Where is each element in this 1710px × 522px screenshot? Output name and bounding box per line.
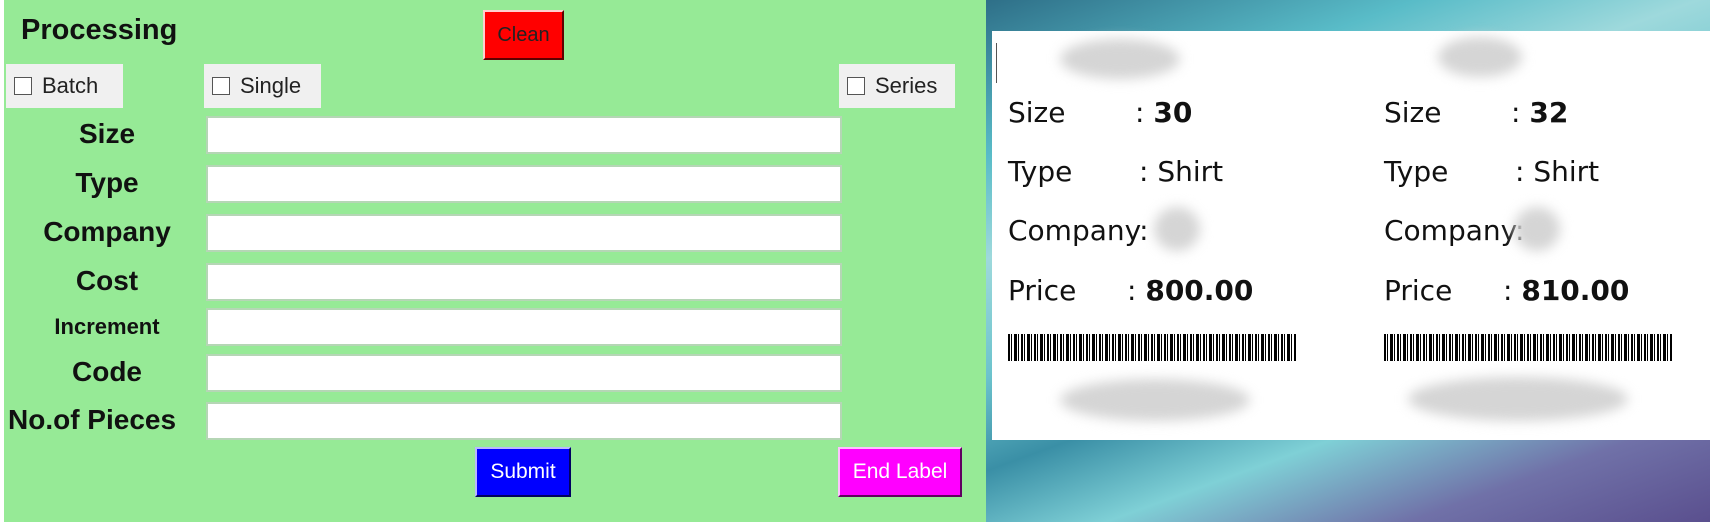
- processing-title: Processing: [21, 14, 178, 46]
- pieces-input[interactable]: [206, 402, 842, 440]
- price-sep: :: [1503, 274, 1513, 307]
- cost-input[interactable]: [206, 263, 842, 301]
- code-label: Code: [72, 356, 142, 387]
- barcode: [1008, 334, 1296, 361]
- price-value: 800.00: [1145, 274, 1254, 307]
- cost-label: Cost: [75, 265, 139, 296]
- single-label: Single: [240, 73, 302, 98]
- type-row: Type: Shirt: [1008, 155, 1223, 188]
- increment-input[interactable]: [206, 308, 842, 346]
- size-key: Size: [1008, 96, 1066, 129]
- label-sheet: Size: 30 Type: Shirt Company: Price: 800…: [992, 31, 1710, 440]
- size-row: Size: 32: [1384, 96, 1568, 129]
- price-value: 810.00: [1521, 274, 1630, 307]
- blurred-logo: [1438, 37, 1522, 77]
- size-value: 30: [1153, 96, 1193, 129]
- checkbox-icon[interactable]: [14, 77, 32, 95]
- code-input[interactable]: [206, 354, 842, 392]
- type-row: Type: Shirt: [1384, 155, 1599, 188]
- type-label: Type: [75, 167, 139, 198]
- clean-button[interactable]: Clean: [483, 10, 564, 60]
- batch-checkbox[interactable]: Batch: [6, 64, 123, 108]
- type-value: Shirt: [1533, 155, 1600, 188]
- submit-button[interactable]: Submit: [475, 447, 571, 497]
- type-input[interactable]: [206, 165, 842, 203]
- series-label: Series: [875, 73, 938, 98]
- price-row: Price: 810.00: [1384, 274, 1629, 307]
- blurred-code: [1060, 379, 1250, 421]
- label-preview-panel: Size: 30 Type: Shirt Company: Price: 800…: [986, 0, 1710, 522]
- size-row: Size: 30: [1008, 96, 1192, 129]
- company-row: Company:: [1008, 214, 1149, 247]
- company-label: Company: [43, 216, 171, 247]
- processing-panel: Processing Clean Batch Single Series Siz…: [4, 0, 986, 522]
- type-key: Type: [1008, 155, 1073, 188]
- size-sep: :: [1135, 96, 1145, 129]
- company-key: Company:: [1384, 214, 1525, 247]
- price-key: Price: [1008, 274, 1077, 307]
- size-sep: :: [1511, 96, 1521, 129]
- type-key: Type: [1384, 155, 1449, 188]
- size-value: 32: [1529, 96, 1569, 129]
- increment-label: Increment: [54, 314, 160, 339]
- blurred-company: [1154, 207, 1200, 251]
- type-sep: :: [1139, 155, 1149, 188]
- company-key: Company:: [1008, 214, 1149, 247]
- end-label-button[interactable]: End Label: [838, 447, 962, 497]
- type-value: Shirt: [1157, 155, 1224, 188]
- price-key: Price: [1384, 274, 1453, 307]
- barcode: [1384, 334, 1672, 361]
- checkbox-icon[interactable]: [847, 77, 865, 95]
- price-row: Price: 800.00: [1008, 274, 1253, 307]
- price-sep: :: [1127, 274, 1137, 307]
- company-row: Company:: [1384, 214, 1525, 247]
- series-checkbox[interactable]: Series: [839, 64, 955, 108]
- blurred-code: [1408, 377, 1628, 421]
- single-checkbox[interactable]: Single: [204, 64, 321, 108]
- size-input[interactable]: [206, 116, 842, 154]
- price-label: Size: 32 Type: Shirt Company: Price: 810…: [1368, 31, 1708, 440]
- size-key: Size: [1384, 96, 1442, 129]
- blurred-logo: [1060, 39, 1180, 79]
- batch-label: Batch: [42, 73, 99, 98]
- company-input[interactable]: [206, 214, 842, 252]
- size-label: Size: [78, 118, 136, 149]
- blurred-company: [1514, 207, 1560, 251]
- type-sep: :: [1515, 155, 1525, 188]
- checkbox-icon[interactable]: [212, 77, 230, 95]
- pieces-label: No.of Pieces: [8, 404, 177, 435]
- price-label: Size: 30 Type: Shirt Company: Price: 800…: [992, 31, 1332, 440]
